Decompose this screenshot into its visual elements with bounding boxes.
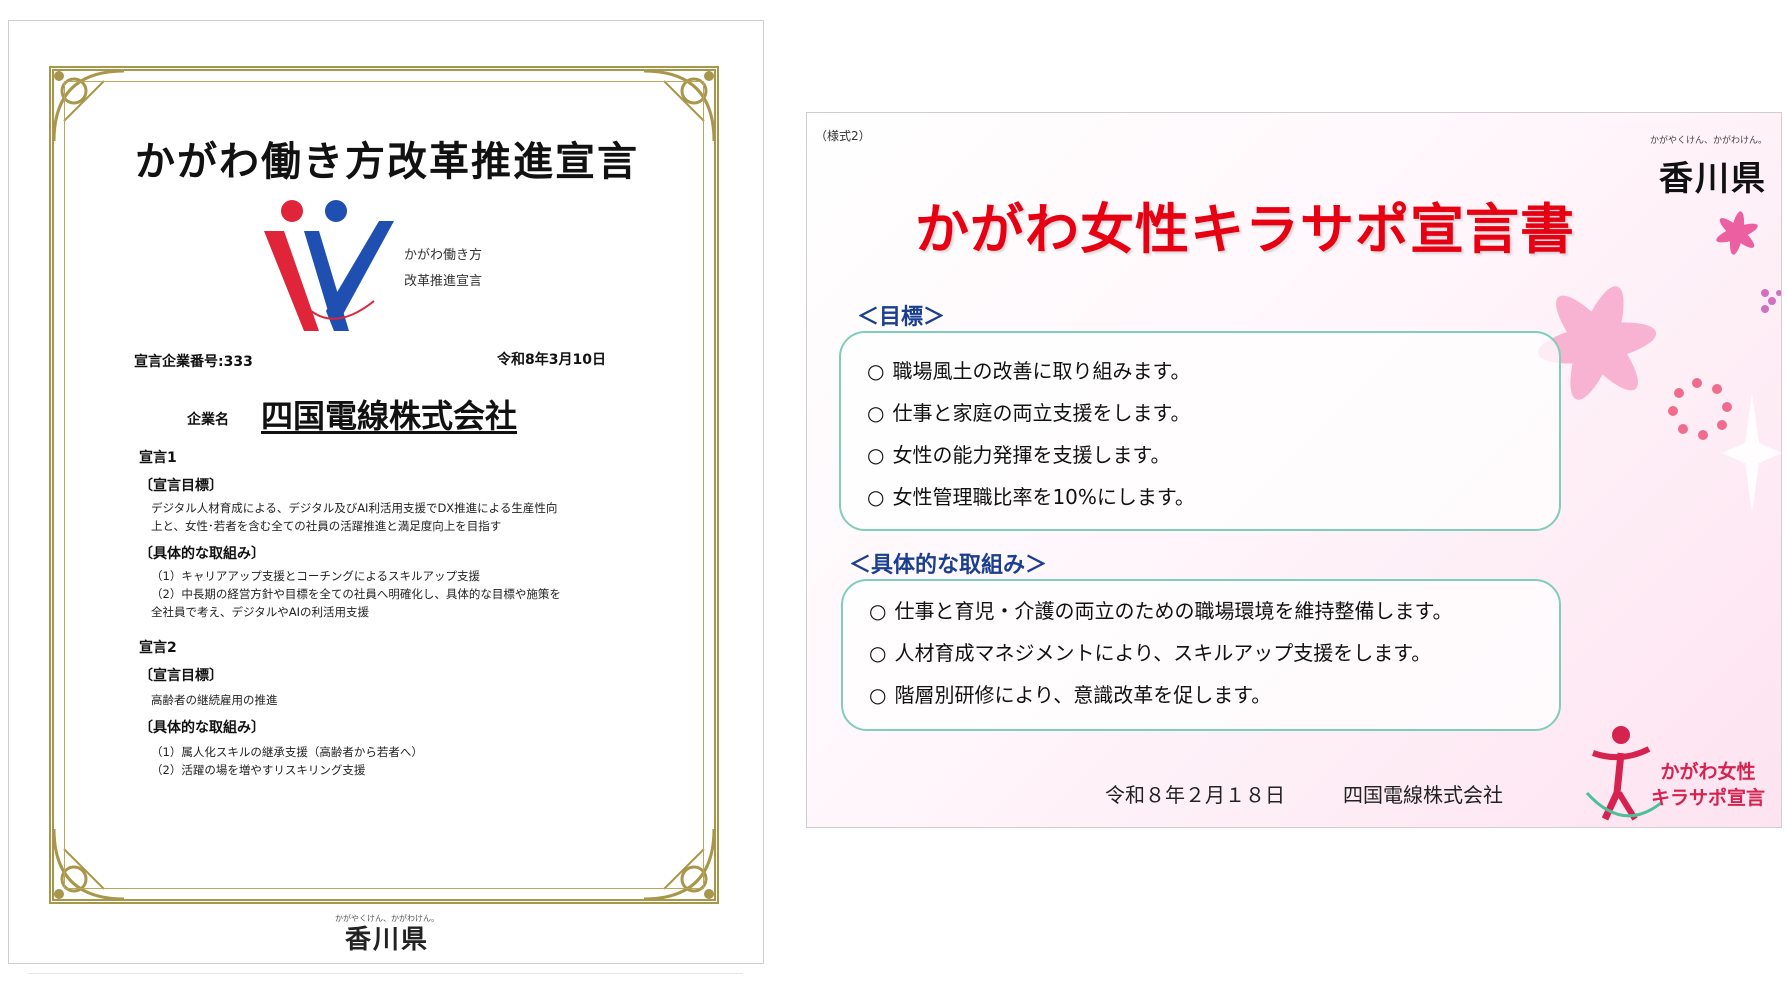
goals-heading: ＜目標＞ xyxy=(857,305,946,330)
declaration-number: 宣言企業番号:333 xyxy=(134,354,253,370)
actions-heading: 〔具体的な取組み〕 xyxy=(139,546,265,562)
corner-ornament-icon xyxy=(44,819,134,909)
goal-text: 上と、女性･若者を含む全ての社員の活躍推進と満足度向上を目指す xyxy=(151,519,502,533)
prefecture-logo-text: 香川県 xyxy=(1659,159,1767,199)
prefecture-logo-text: 香川県 xyxy=(344,925,429,955)
women-support-declaration: （様式2） かがやくけん、かがわけん。 香川県 かがわ女性キラサポ宣言書 ＜目標… xyxy=(806,112,1782,828)
declaration-heading: 宣言2 xyxy=(139,640,177,656)
certificate-logo-text: かがわ働き方 改革推進宣言 xyxy=(404,248,483,289)
declaration-heading: 宣言1 xyxy=(139,450,177,466)
actions-heading: ＜具体的な取組み＞ xyxy=(849,553,1048,578)
company-name: 四国電線株式会社 xyxy=(261,397,518,435)
certificate-date: 令和8年3月10日 xyxy=(497,352,606,368)
company-name: 四国電線株式会社 xyxy=(1343,783,1503,807)
list-item: ○ 階層別研修により、意識改革を促します。 xyxy=(869,683,1272,707)
goal-text: デジタル人材育成による、デジタル及びAI利活用支援でDX推進による生産性向 xyxy=(151,501,558,515)
action-text: （2）中長期の経営方針や目標を全ての社員へ明確化し、具体的な目標や施策を xyxy=(151,587,561,601)
list-item: ○ 仕事と育児・介護の両立のための職場環境を維持整備します。 xyxy=(869,599,1453,623)
list-item: ○ 職場風土の改善に取り組みます。 xyxy=(867,359,1191,383)
action-text: （1）キャリアアップ支援とコーチングによるスキルアップ支援 xyxy=(151,569,480,583)
list-item: ○ 女性の能力発揮を支援します。 xyxy=(867,443,1171,467)
goals-box: ○ 職場風土の改善に取り組みます。 ○ 仕事と家庭の両立支援をします。 ○ 女性の能力… xyxy=(839,331,1561,531)
declaration-date: 令和８年２月１８日 xyxy=(1105,783,1285,807)
kirasapo-logo-text: かがわ女性 キラサポ宣言 xyxy=(1651,761,1766,809)
declaration-title: かがわ女性キラサポ宣言書 xyxy=(915,198,1575,261)
company-label: 企業名 xyxy=(187,412,229,428)
actions-box: ○ 仕事と育児・介護の両立のための職場環境を維持整備します。 ○ 人材育成マネジメン… xyxy=(841,579,1561,731)
declaration-1-section: 宣言1 〔宣言目標〕 デジタル人材育成による、デジタル及びAI利活用支援でDX推… xyxy=(139,447,639,621)
list-item: ○ 人材育成マネジメントにより、スキルアップ支援をします。 xyxy=(869,641,1432,665)
work-style-certificate: かがわ働き方改革推進宣言 かがわ働き方 改革推進宣言 宣言企業番号:333 令和… xyxy=(8,20,764,974)
prefecture-slogan: かがやくけん、かがわけん。 xyxy=(1649,136,1767,146)
goal-heading: 〔宣言目標〕 xyxy=(139,478,223,494)
form-number: （様式2） xyxy=(815,129,871,143)
list-item: ○ 女性管理職比率を10%にします。 xyxy=(867,485,1195,509)
action-text: 全社員で考え、デジタルやAIの利活用支援 xyxy=(151,605,370,619)
list-item: ○ 仕事と家庭の両立支援をします。 xyxy=(867,401,1191,425)
certificate-title: かがわ働き方改革推進宣言 xyxy=(135,139,639,185)
divider xyxy=(29,973,743,974)
action-text: （1）属人化スキルの継承支援（高齢者から若者へ） xyxy=(151,745,423,759)
goal-text: 高齢者の継続雇用の推進 xyxy=(151,693,278,707)
actions-heading: 〔具体的な取組み〕 xyxy=(139,720,265,736)
action-text: （2）活躍の場を増やすリスキリング支援 xyxy=(151,763,366,777)
goal-heading: 〔宣言目標〕 xyxy=(139,668,223,684)
declaration-2-section: 宣言2 〔宣言目標〕 高齢者の継続雇用の推進 〔具体的な取組み〕 （1）属人化ス… xyxy=(139,637,639,779)
corner-ornament-icon xyxy=(634,819,724,909)
